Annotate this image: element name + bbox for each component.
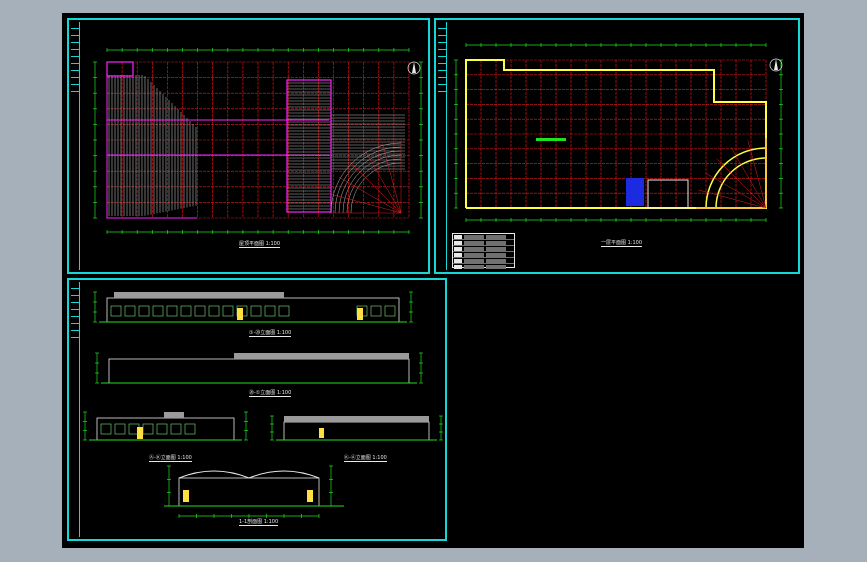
section-outline <box>178 477 320 507</box>
dimension-line <box>106 48 410 52</box>
roof-hatch-center <box>287 79 405 213</box>
dimension-line <box>270 415 274 441</box>
dimension-line <box>83 411 87 441</box>
dimension-line <box>329 465 333 507</box>
dimension-line <box>95 352 99 384</box>
roof-plan-sheet[interactable]: 屋顶平面图 1:100 <box>67 18 430 274</box>
dimension-line <box>167 465 171 507</box>
door <box>307 490 313 502</box>
section-caption: 1-1剖面图 1:100 <box>239 519 279 526</box>
room-label-mark <box>536 138 566 141</box>
dimension-line <box>93 61 97 219</box>
dimension-line <box>244 411 248 441</box>
door <box>137 427 143 439</box>
roof-plan-caption: 屋顶平面图 1:100 <box>239 241 280 248</box>
elevation-caption-4: Ⓚ-Ⓐ立面图 1:100 <box>344 455 387 462</box>
dimension-line <box>106 230 410 234</box>
door <box>357 308 363 320</box>
elevation-caption-2: ⑳-①立面图 1:100 <box>249 390 292 397</box>
grid-lines <box>106 61 410 219</box>
dimension-line <box>178 514 320 518</box>
dimension-line <box>465 43 767 47</box>
dimension-line <box>419 61 423 219</box>
elevation-windows <box>100 423 196 435</box>
north-arrow-icon <box>407 61 421 75</box>
elevation-outline <box>108 358 410 384</box>
elevation-roof-band <box>234 353 409 359</box>
dimension-line <box>779 59 783 209</box>
roof-outline <box>106 61 134 77</box>
door <box>319 428 324 438</box>
elevation-outline <box>96 417 235 441</box>
elevations-drawing <box>83 291 443 518</box>
dimension-line <box>439 415 443 441</box>
elevation-windows <box>110 305 396 317</box>
dimension-line <box>409 291 413 323</box>
cad-model-viewport[interactable]: 屋顶平面图 1:100 一层平面图 1:100 ①-⑳立面图 1:100 ⑳-①… <box>62 13 804 548</box>
elevation-caption-3: Ⓐ-Ⓚ立面图 1:100 <box>149 455 192 462</box>
dimension-line <box>465 218 767 222</box>
elevation-caption-1: ①-⑳立面图 1:100 <box>249 330 292 337</box>
door <box>237 308 243 320</box>
dimension-line <box>454 59 458 209</box>
elevation-roof-band <box>114 292 284 298</box>
floor-plan-sheet[interactable]: 一层平面图 1:100 <box>434 18 800 274</box>
door <box>183 490 189 502</box>
elevations-sheet[interactable]: ①-⑳立面图 1:100 ⑳-①立面图 1:100 Ⓐ-Ⓚ立面图 1:100 Ⓚ… <box>67 278 447 541</box>
elevation-outline <box>283 421 430 441</box>
section-arches <box>178 470 320 479</box>
legend-table <box>452 233 515 269</box>
dimension-line <box>419 352 423 384</box>
room-outline <box>647 179 689 209</box>
roof-plan-drawing <box>93 48 423 234</box>
dimension-line <box>93 291 97 323</box>
stair-block <box>626 178 644 206</box>
floor-plan-caption: 一层平面图 1:100 <box>601 240 642 247</box>
elevation-outline <box>106 297 400 323</box>
elevation-roof-band <box>284 416 429 422</box>
north-arrow-icon <box>769 58 783 72</box>
elevation-roof-band <box>164 412 184 418</box>
